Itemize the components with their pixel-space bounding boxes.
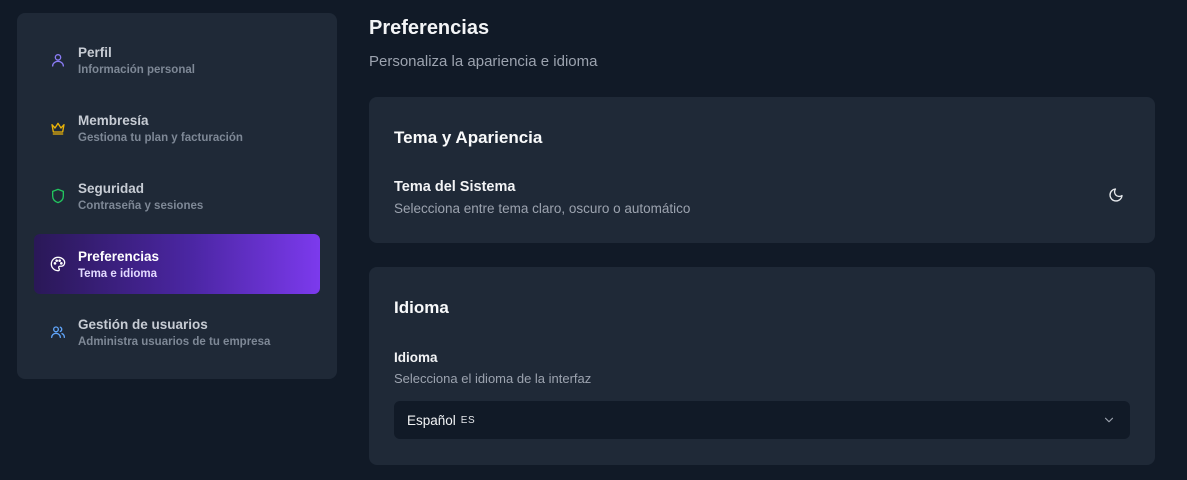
language-card: Idioma Idioma Selecciona el idioma de la… <box>369 267 1155 465</box>
sidebar-item-membresia[interactable]: Membresía Gestiona tu plan y facturación <box>34 98 320 158</box>
sidebar-item-label: Preferencias <box>78 248 160 264</box>
theme-toggle-button[interactable] <box>1107 186 1125 204</box>
settings-page: Perfil Información personal Membresía Ge… <box>0 0 1187 480</box>
language-setting-label: Idioma <box>394 350 438 365</box>
sidebar-item-desc: Contraseña y sesiones <box>78 199 204 212</box>
palette-icon <box>50 256 66 272</box>
theme-setting-desc: Selecciona entre tema claro, oscuro o au… <box>394 201 691 216</box>
theme-card: Tema y Apariencia Tema del Sistema Selec… <box>369 97 1155 243</box>
settings-sidebar: Perfil Información personal Membresía Ge… <box>17 13 337 379</box>
sidebar-item-preferencias[interactable]: Preferencias Tema e idioma <box>34 234 320 294</box>
theme-card-title: Tema y Apariencia <box>394 128 543 147</box>
sidebar-item-label: Seguridad <box>78 180 145 196</box>
language-select[interactable]: Español ES <box>394 401 1130 439</box>
language-setting-desc: Selecciona el idioma de la interfaz <box>394 371 592 386</box>
user-icon <box>50 52 66 68</box>
sidebar-item-label: Membresía <box>78 112 149 128</box>
shield-icon <box>50 188 66 204</box>
language-select-value: Español <box>407 412 456 428</box>
crown-icon <box>50 120 66 136</box>
sidebar-item-perfil[interactable]: Perfil Información personal <box>34 30 320 90</box>
language-card-title: Idioma <box>394 298 449 317</box>
sidebar-item-gestion-usuarios[interactable]: Gestión de usuarios Administra usuarios … <box>34 302 320 362</box>
sidebar-item-label: Perfil <box>78 44 112 60</box>
page-subtitle: Personaliza la apariencia e idioma <box>369 53 598 70</box>
sidebar-item-desc: Información personal <box>78 63 195 76</box>
users-icon <box>50 324 66 340</box>
sidebar-item-label: Gestión de usuarios <box>78 316 208 332</box>
sidebar-item-desc: Gestiona tu plan y facturación <box>78 131 243 144</box>
page-title: Preferencias <box>369 17 490 39</box>
sidebar-item-desc: Tema e idioma <box>78 267 158 280</box>
sidebar-item-seguridad[interactable]: Seguridad Contraseña y sesiones <box>34 166 320 226</box>
sidebar-item-desc: Administra usuarios de tu empresa <box>78 335 271 348</box>
moon-icon <box>1109 188 1123 202</box>
chevron-down-icon <box>1104 417 1114 423</box>
language-select-code: ES <box>460 414 476 426</box>
theme-setting-label: Tema del Sistema <box>394 179 516 195</box>
